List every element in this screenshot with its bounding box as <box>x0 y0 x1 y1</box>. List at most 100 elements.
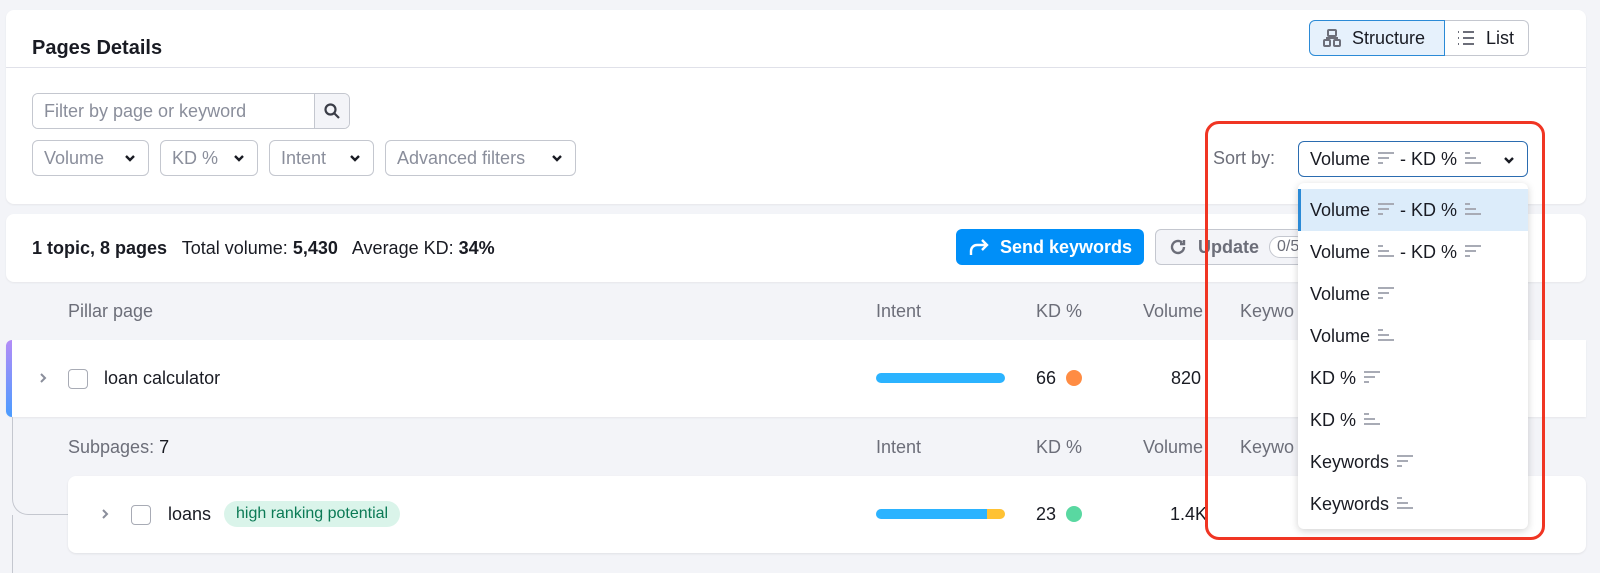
kd-indicator-dot <box>1066 370 1082 386</box>
column-intent[interactable]: Intent <box>876 301 921 322</box>
chevron-down-icon <box>350 155 360 162</box>
kd-indicator-dot <box>1066 506 1082 522</box>
sort-option[interactable]: KD % <box>1298 357 1528 399</box>
sort-option[interactable]: Volume - KD % <box>1298 189 1528 231</box>
tree-connector <box>12 515 13 573</box>
structure-icon <box>1323 29 1341 47</box>
pillar-page-header: Pillar page <box>68 301 154 321</box>
sort-asc-icon <box>1378 242 1395 263</box>
chevron-down-icon <box>234 155 244 162</box>
search-box <box>32 93 350 129</box>
column-volume[interactable]: Volume <box>1143 437 1203 458</box>
sort-option-label: Keywords <box>1310 451 1390 472</box>
kd-value: 23 <box>1036 504 1057 524</box>
average-kd-label: Average KD: <box>351 238 454 258</box>
volume-value: 820 <box>1171 368 1202 388</box>
refresh-icon <box>1170 239 1186 255</box>
update-label: Update <box>1198 236 1260 257</box>
subpages-label: Subpages: <box>68 437 155 457</box>
sort-selected-field1: Volume <box>1310 148 1371 169</box>
total-volume-label: Total volume: <box>181 238 288 258</box>
kd-value: 66 <box>1036 368 1057 388</box>
sort-by-select[interactable]: Volume - KD % <box>1298 141 1528 177</box>
sort-desc-icon <box>1378 284 1395 305</box>
column-intent[interactable]: Intent <box>876 437 921 458</box>
intent-segment <box>986 509 1005 519</box>
pillar-checkbox[interactable] <box>68 369 88 389</box>
average-kd-value: 34% <box>458 238 495 258</box>
divider <box>6 67 1586 68</box>
advanced-filters-button[interactable]: Advanced filters <box>385 140 576 176</box>
tree-connector <box>12 417 68 515</box>
volume-filter-button[interactable]: Volume <box>32 140 149 176</box>
update-button[interactable]: Update 0/5 <box>1155 229 1315 265</box>
sort-asc-icon <box>1465 149 1482 170</box>
pillar-page-name[interactable]: loan calculator <box>104 368 220 389</box>
summary-text: 1 topic, 8 pages Total volume: 5,430 Ave… <box>32 238 495 259</box>
chevron-down-icon <box>1504 157 1514 164</box>
sort-selected-field2: - KD % <box>1400 148 1458 169</box>
kd-filter-label: KD % <box>172 147 219 168</box>
kd-filter-button[interactable]: KD % <box>160 140 258 176</box>
intent-bar <box>876 373 1005 383</box>
column-volume[interactable]: Volume <box>1143 301 1203 322</box>
sort-option[interactable]: Volume - KD % <box>1298 231 1528 273</box>
chevron-right-icon[interactable] <box>36 371 50 385</box>
topics-pages-count: 1 topic, 8 pages <box>32 238 168 258</box>
intent-bar <box>876 509 1005 519</box>
sort-desc-icon <box>1465 242 1482 263</box>
sort-desc-icon <box>1364 368 1381 389</box>
volume-filter-label: Volume <box>44 147 105 168</box>
sort-option-label: Volume <box>1310 199 1371 220</box>
sort-option-label2: - KD % <box>1400 241 1458 262</box>
view-structure-button[interactable]: Structure <box>1309 20 1445 56</box>
sort-desc-icon <box>1378 200 1395 221</box>
search-input[interactable] <box>33 94 314 128</box>
column-keywords[interactable]: Keywo <box>1240 437 1294 458</box>
send-keywords-label: Send keywords <box>1000 236 1133 257</box>
intent-segment <box>876 373 1005 383</box>
intent-segment <box>876 509 987 519</box>
sort-asc-icon <box>1465 200 1482 221</box>
sort-option[interactable]: Keywords <box>1298 483 1528 525</box>
subpage-checkbox[interactable] <box>131 505 151 525</box>
sort-option[interactable]: Volume <box>1298 273 1528 315</box>
chevron-down-icon <box>552 155 562 162</box>
ranking-potential-badge: high ranking potential <box>224 501 401 527</box>
chevron-right-icon[interactable] <box>98 507 112 521</box>
column-keywords[interactable]: Keywo <box>1240 301 1294 322</box>
chevron-down-icon <box>125 155 135 162</box>
sort-dropdown-menu: Volume - KD % Volume - KD % Volume Volume KD %… <box>1298 183 1528 529</box>
sort-option[interactable]: Keywords <box>1298 441 1528 483</box>
column-kd[interactable]: KD % <box>1036 437 1082 458</box>
sort-option-label: Volume <box>1310 325 1371 346</box>
advanced-filters-label: Advanced filters <box>397 147 526 168</box>
list-label: List <box>1486 27 1515 48</box>
list-icon <box>1458 31 1474 45</box>
send-keywords-button[interactable]: Send keywords <box>956 229 1144 265</box>
subpages-header: Subpages: 7 <box>68 437 169 458</box>
volume-value: 1.4K <box>1170 504 1208 524</box>
sort-option-label: KD % <box>1310 367 1357 388</box>
sort-option[interactable]: Volume <box>1298 315 1528 357</box>
sort-option-label: Keywords <box>1310 493 1390 514</box>
sort-asc-icon <box>1397 494 1414 515</box>
column-kd[interactable]: KD % <box>1036 301 1082 322</box>
sort-option-label: Volume <box>1310 241 1371 262</box>
subpages-count: 7 <box>159 437 170 457</box>
intent-filter-label: Intent <box>281 147 327 168</box>
subpage-name[interactable]: loans <box>168 504 211 525</box>
pillar-accent <box>6 340 12 417</box>
sort-option-label2: - KD % <box>1400 199 1458 220</box>
structure-label: Structure <box>1352 27 1426 48</box>
sort-desc-icon <box>1378 149 1395 170</box>
sort-asc-icon <box>1364 410 1381 431</box>
search-button[interactable] <box>314 94 349 128</box>
share-arrow-icon <box>969 239 989 255</box>
sort-option[interactable]: KD % <box>1298 399 1528 441</box>
intent-filter-button[interactable]: Intent <box>269 140 374 176</box>
total-volume-value: 5,430 <box>292 238 338 258</box>
sort-option-label: KD % <box>1310 409 1357 430</box>
sort-option-label: Volume <box>1310 283 1371 304</box>
view-list-button[interactable]: List <box>1444 20 1529 56</box>
